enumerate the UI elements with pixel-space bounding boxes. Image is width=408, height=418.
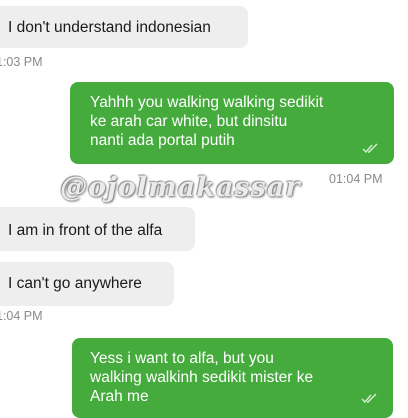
message-text: I don't understand indonesian	[8, 19, 211, 36]
outgoing-message-bubble[interactable]: Yahhh you walking walking sedikit ke ara…	[70, 82, 394, 164]
message-timestamp: 01:04 PM	[329, 172, 383, 186]
incoming-message-bubble[interactable]: I can't go anywhere	[0, 262, 174, 306]
message-text-line: Yess i want to alfa, but you	[90, 350, 274, 367]
message-text: I am in front of the alfa	[8, 222, 163, 239]
double-check-icon	[362, 142, 380, 154]
message-timestamp: 1:04 PM	[0, 309, 43, 323]
message-text-line: ke arah car white, but dinsitu	[90, 113, 288, 130]
outgoing-message-bubble[interactable]: Yess i want to alfa, but you walking wal…	[72, 338, 393, 418]
message-text: I can't go anywhere	[8, 275, 142, 292]
watermark-text: @ojolmakassar	[60, 172, 301, 203]
message-text-line: nanti ada portal putih	[90, 132, 235, 149]
message-text-line: Yahhh you walking walking sedikit	[90, 94, 324, 111]
incoming-message-bubble[interactable]: I am in front of the alfa	[0, 207, 195, 251]
double-check-icon	[361, 392, 379, 404]
message-text-line: walking walkinh sedikit mister ke	[90, 369, 314, 386]
message-timestamp: 1:03 PM	[0, 55, 43, 69]
message-text-line: Arah me	[90, 388, 149, 405]
incoming-message-bubble[interactable]: I don't understand indonesian	[0, 6, 248, 48]
